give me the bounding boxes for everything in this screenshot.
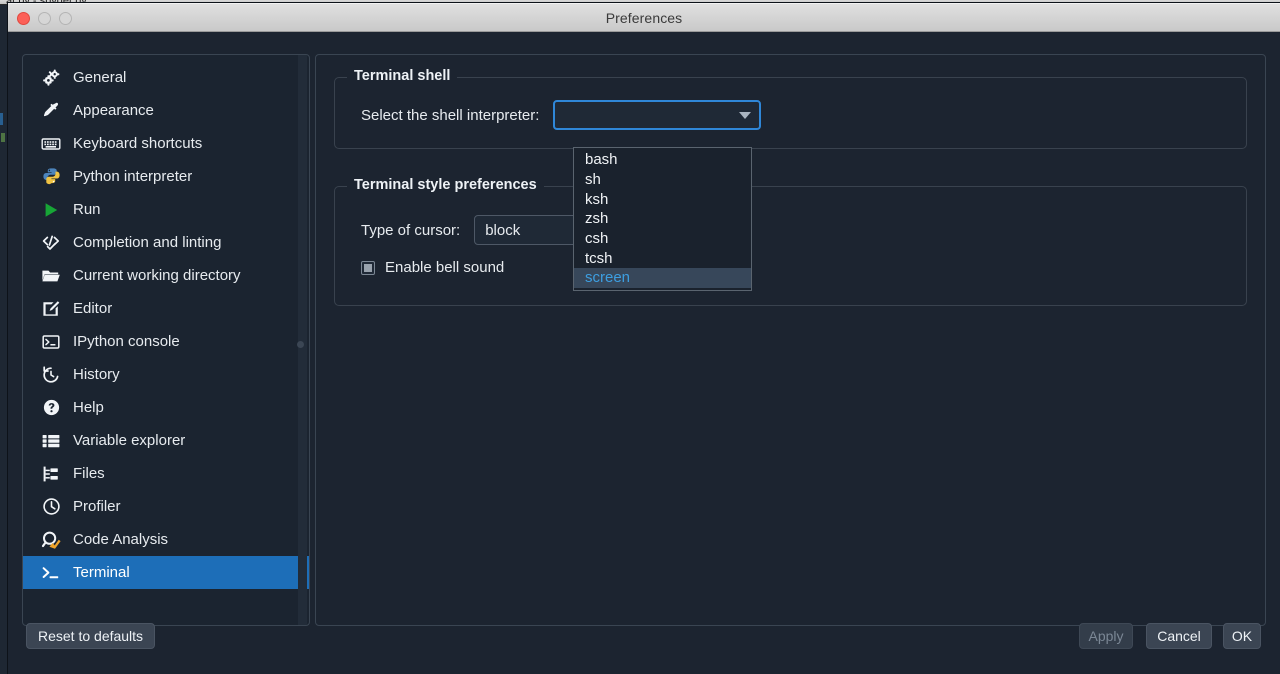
shell-interpreter-dropdown-list[interactable]: bash sh ksh zsh csh tcsh screen bbox=[573, 147, 752, 291]
sidebar-item-label: Profiler bbox=[73, 498, 121, 515]
dropdown-option-screen[interactable]: screen bbox=[574, 268, 751, 288]
sidebar-item-general[interactable]: General bbox=[23, 61, 309, 94]
dropdown-option-bash[interactable]: bash bbox=[574, 150, 751, 170]
minimize-window-button[interactable] bbox=[38, 12, 51, 25]
terminal-style-groupbox: Terminal style preferences Type of curso… bbox=[334, 186, 1247, 306]
preferences-sidebar: General Appearance bbox=[22, 54, 310, 626]
sidebar-item-files[interactable]: Files bbox=[23, 457, 309, 490]
dropdown-option-tcsh[interactable]: tcsh bbox=[574, 248, 751, 268]
sidebar-item-label: Editor bbox=[73, 300, 112, 317]
terminal-shell-group-title: Terminal shell bbox=[347, 68, 457, 84]
background-window-left-sliver bbox=[0, 5, 8, 674]
sidebar-item-appearance[interactable]: Appearance bbox=[23, 94, 309, 127]
preferences-dialog: Preferences bbox=[8, 3, 1280, 674]
sidebar-item-label: Files bbox=[73, 465, 105, 482]
sidebar-item-label: IPython console bbox=[73, 333, 180, 350]
window-title: Preferences bbox=[606, 10, 683, 26]
sidebar-item-profiler[interactable]: Profiler bbox=[23, 490, 309, 523]
folder-open-icon bbox=[41, 266, 61, 286]
sidebar-item-terminal[interactable]: Terminal bbox=[23, 556, 309, 589]
background-marker-green bbox=[1, 133, 5, 142]
enable-bell-sound-row[interactable]: Enable bell sound bbox=[361, 259, 504, 276]
sidebar-item-help[interactable]: Help bbox=[23, 391, 309, 424]
enable-bell-sound-label: Enable bell sound bbox=[385, 259, 504, 276]
python-icon bbox=[41, 167, 61, 187]
sidebar-item-run[interactable]: Run bbox=[23, 193, 309, 226]
chevron-down-icon[interactable] bbox=[731, 102, 759, 128]
sidebar-item-history[interactable]: History bbox=[23, 358, 309, 391]
cursor-type-value: block bbox=[485, 222, 520, 239]
keyboard-icon bbox=[41, 134, 61, 154]
sidebar-item-label: Terminal bbox=[73, 564, 130, 581]
code-check-icon bbox=[41, 233, 61, 253]
file-tree-icon bbox=[41, 464, 61, 484]
enable-bell-sound-checkbox[interactable] bbox=[361, 261, 375, 275]
cancel-button[interactable]: Cancel bbox=[1146, 623, 1212, 649]
shell-interpreter-row: Select the shell interpreter: bbox=[361, 100, 761, 130]
sidebar-item-label: Variable explorer bbox=[73, 432, 185, 449]
window-traffic-lights bbox=[17, 4, 72, 33]
shell-interpreter-label: Select the shell interpreter: bbox=[361, 107, 539, 124]
terminal-style-group-title: Terminal style preferences bbox=[347, 177, 544, 193]
magnifier-check-icon bbox=[41, 530, 61, 550]
background-marker-blue bbox=[0, 113, 3, 125]
sidebar-item-code-analysis[interactable]: Code Analysis bbox=[23, 523, 309, 556]
sidebar-item-label: Code Analysis bbox=[73, 531, 168, 548]
sidebar-item-python-interpreter[interactable]: Python interpreter bbox=[23, 160, 309, 193]
preferences-content-panel: Terminal shell Select the shell interpre… bbox=[315, 54, 1266, 626]
sidebar-item-label: History bbox=[73, 366, 120, 383]
ok-button[interactable]: OK bbox=[1223, 623, 1261, 649]
edit-pencil-icon bbox=[41, 299, 61, 319]
cursor-type-label: Type of cursor: bbox=[361, 222, 460, 239]
sidebar-item-completion-and-linting[interactable]: Completion and linting bbox=[23, 226, 309, 259]
sidebar-item-label: Help bbox=[73, 399, 104, 416]
dropdown-option-csh[interactable]: csh bbox=[574, 229, 751, 249]
dialog-body: General Appearance bbox=[8, 32, 1280, 674]
apply-button[interactable]: Apply bbox=[1079, 623, 1133, 649]
table-list-icon bbox=[41, 431, 61, 451]
terminal-shell-groupbox: Terminal shell Select the shell interpre… bbox=[334, 77, 1247, 149]
sidebar-item-label: General bbox=[73, 69, 126, 86]
checkbox-fill bbox=[364, 264, 372, 272]
console-icon bbox=[41, 332, 61, 352]
eyedropper-icon bbox=[41, 101, 61, 121]
sidebar-item-keyboard-shortcuts[interactable]: Keyboard shortcuts bbox=[23, 127, 309, 160]
sidebar-scrollbar-track[interactable] bbox=[298, 55, 307, 625]
shell-interpreter-combobox[interactable] bbox=[553, 100, 761, 130]
play-icon bbox=[41, 200, 61, 220]
close-window-button[interactable] bbox=[17, 12, 30, 25]
clock-icon bbox=[41, 497, 61, 517]
sidebar-item-list: General Appearance bbox=[23, 55, 309, 625]
question-circle-icon bbox=[41, 398, 61, 418]
sidebar-item-label: Completion and linting bbox=[73, 234, 221, 251]
dropdown-option-ksh[interactable]: ksh bbox=[574, 189, 751, 209]
sidebar-item-editor[interactable]: Editor bbox=[23, 292, 309, 325]
gears-icon bbox=[41, 68, 61, 88]
sidebar-item-current-working-directory[interactable]: Current working directory bbox=[23, 259, 309, 292]
maximize-window-button[interactable] bbox=[59, 12, 72, 25]
dialog-footer: Reset to defaults Apply Cancel OK bbox=[8, 612, 1280, 674]
sidebar-item-label: Current working directory bbox=[73, 267, 241, 284]
sidebar-item-label: Appearance bbox=[73, 102, 154, 119]
dropdown-option-zsh[interactable]: zsh bbox=[574, 209, 751, 229]
sidebar-item-label: Python interpreter bbox=[73, 168, 192, 185]
sidebar-scrollbar-thumb[interactable] bbox=[297, 341, 304, 348]
reset-to-defaults-button[interactable]: Reset to defaults bbox=[26, 623, 155, 649]
sidebar-item-label: Run bbox=[73, 201, 101, 218]
sidebar-item-ipython-console[interactable]: IPython console bbox=[23, 325, 309, 358]
window-titlebar: Preferences bbox=[8, 3, 1280, 32]
terminal-prompt-icon bbox=[41, 563, 61, 583]
history-clock-icon bbox=[41, 365, 61, 385]
sidebar-item-variable-explorer[interactable]: Variable explorer bbox=[23, 424, 309, 457]
dropdown-option-sh[interactable]: sh bbox=[574, 170, 751, 190]
sidebar-item-label: Keyboard shortcuts bbox=[73, 135, 202, 152]
